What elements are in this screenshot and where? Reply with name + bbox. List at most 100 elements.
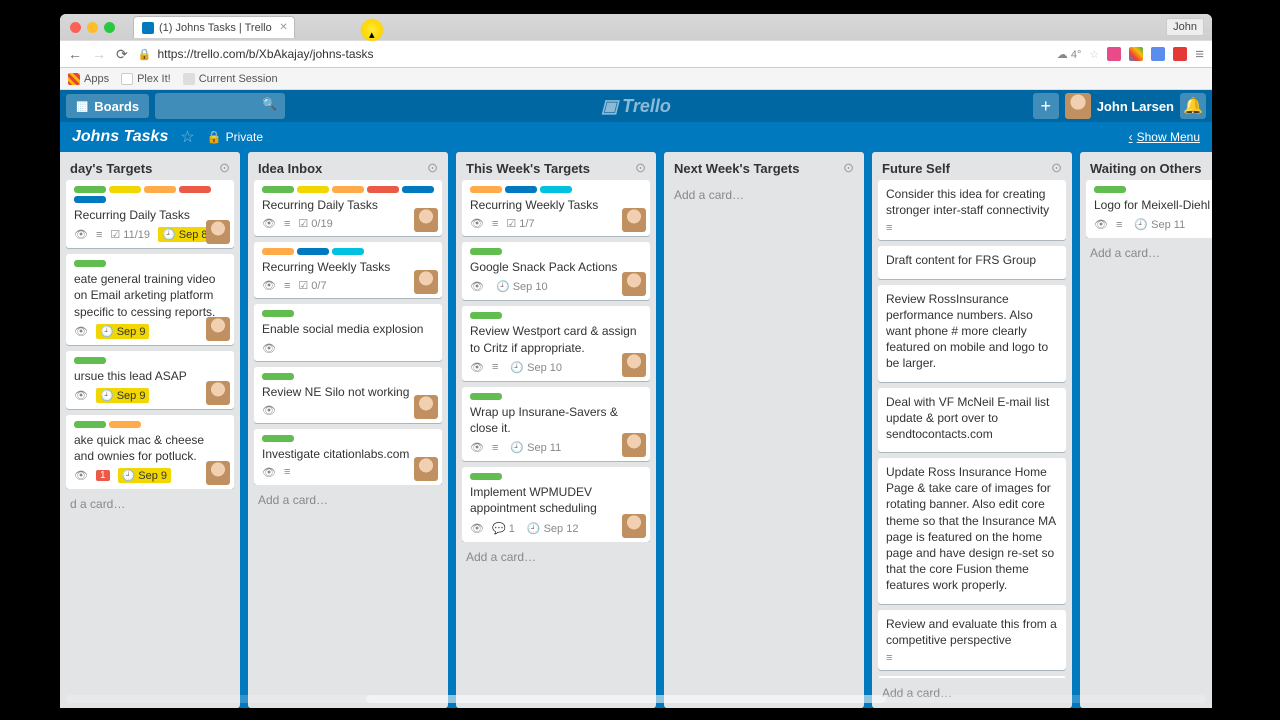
member-avatar[interactable] [206,220,230,244]
bookmark-item[interactable]: Plex It! [121,73,171,85]
card[interactable]: Recurring Weekly Tasks👁≡☑ 1/7 [462,180,650,236]
weather-widget[interactable]: ☁ 4° [1057,48,1082,61]
extension-icon[interactable] [1151,47,1165,61]
board-name[interactable]: Johns Tasks [72,128,168,146]
card[interactable]: Draft content for FRS Group [878,246,1066,278]
apps-shortcut[interactable]: Apps [68,73,109,85]
search-input[interactable] [155,93,285,119]
label[interactable] [109,421,141,428]
card[interactable]: Google Snack Pack Actions👁🕘 Sep 10 [462,242,650,300]
url-input[interactable]: 🔒 https://trello.com/b/XbAkajay/johns-ta… [138,47,1047,61]
card[interactable]: Review NE Silo not working👁 [254,367,442,423]
label[interactable] [74,186,106,193]
list-menu-icon[interactable]: ⊙ [843,160,854,176]
label[interactable] [262,435,294,442]
label[interactable] [470,312,502,319]
card[interactable]: Consider this idea for creating stronger… [878,180,1066,240]
card[interactable]: ake quick mac & cheese and ownies for po… [66,415,234,489]
list-menu-icon[interactable]: ⊙ [1051,160,1062,176]
reload-button[interactable]: ⟳ [116,46,128,63]
board-canvas[interactable]: day's Targets⊙Recurring Daily Tasks👁≡☑ 1… [60,152,1212,708]
label[interactable] [540,186,572,193]
add-card-button[interactable]: Add a card… [1080,238,1212,268]
label[interactable] [470,393,502,400]
card[interactable]: Review RossInsurance performance numbers… [878,285,1066,382]
window-minimize-button[interactable] [87,22,98,33]
list-title[interactable]: This Week's Targets [466,161,635,176]
add-card-button[interactable]: Add a card… [248,485,448,515]
browser-profile[interactable]: John [1166,18,1204,36]
trello-logo[interactable]: ▣ Trello [601,96,671,117]
tab-close-icon[interactable]: ✕ [279,22,287,33]
add-card-button[interactable]: d a card… [60,489,240,519]
member-avatar[interactable] [622,272,646,296]
member-avatar[interactable] [414,270,438,294]
member-avatar[interactable] [622,514,646,538]
bookmark-star-icon[interactable]: ☆ [1089,48,1099,61]
extension-icon[interactable] [1173,47,1187,61]
list-title[interactable]: Idea Inbox [258,161,427,176]
member-avatar[interactable] [206,381,230,405]
label[interactable] [74,421,106,428]
label[interactable] [262,248,294,255]
member-avatar[interactable] [622,353,646,377]
card[interactable]: Deal with VF McNeil E-mail list update &… [878,388,1066,453]
card[interactable]: Implement WPMUDEV appointment scheduling… [462,467,650,541]
list-menu-icon[interactable]: ⊙ [219,160,230,176]
member-avatar[interactable] [206,317,230,341]
label[interactable] [74,260,106,267]
card[interactable]: Recurring Weekly Tasks👁≡☑ 0/7 [254,242,442,298]
forward-button[interactable]: → [92,46,106,62]
label[interactable] [505,186,537,193]
label[interactable] [74,196,106,203]
create-button[interactable]: + [1033,93,1059,119]
scrollbar-thumb[interactable] [366,695,886,703]
list-menu-icon[interactable]: ⊙ [635,160,646,176]
label[interactable] [297,248,329,255]
horizontal-scrollbar[interactable] [60,694,1212,704]
card[interactable]: Review Westport card & assign to Critz i… [462,306,650,380]
list-title[interactable]: Waiting on Others [1090,161,1212,176]
bookmark-item[interactable]: Current Session [183,73,278,85]
user-name[interactable]: John Larsen [1097,99,1174,114]
back-button[interactable]: ← [68,46,82,62]
extension-icon[interactable] [1107,47,1121,61]
add-card-button[interactable]: Add a card… [664,180,864,210]
card[interactable]: Wrap up Insurane-Savers & close it.👁≡🕘 S… [462,387,650,461]
list-title[interactable]: day's Targets [70,161,219,176]
member-avatar[interactable] [414,457,438,481]
label[interactable] [74,357,106,364]
notifications-button[interactable]: 🔔 [1180,93,1206,119]
member-avatar[interactable] [622,208,646,232]
label[interactable] [179,186,211,193]
window-close-button[interactable] [70,22,81,33]
member-avatar[interactable] [206,461,230,485]
extension-icon[interactable] [1129,47,1143,61]
card[interactable]: Update Ross Insurance Home Page & take c… [878,458,1066,604]
card[interactable]: Logo for Meixell-Diehl A👁≡🕘 Sep 11 [1086,180,1212,238]
label[interactable] [262,310,294,317]
card[interactable]: ursue this lead ASAP👁🕘 Sep 9 [66,351,234,409]
label[interactable] [470,248,502,255]
label[interactable] [1094,186,1126,193]
boards-button[interactable]: ▦ Boards [66,94,149,118]
card[interactable]: Add project for Priority Risk to have a … [878,676,1066,678]
card[interactable]: eate general training video on Email ark… [66,254,234,345]
label[interactable] [470,186,502,193]
label[interactable] [402,186,434,193]
window-zoom-button[interactable] [104,22,115,33]
visibility-button[interactable]: 🔒Private [207,130,263,144]
label[interactable] [470,473,502,480]
user-avatar[interactable] [1065,93,1091,119]
card[interactable]: Enable social media explosion👁 [254,304,442,360]
card[interactable]: Recurring Daily Tasks👁≡☑ 11/19🕘 Sep 8 [66,180,234,248]
label[interactable] [332,248,364,255]
add-card-button[interactable]: Add a card… [456,542,656,572]
list-title[interactable]: Next Week's Targets [674,161,843,176]
label[interactable] [332,186,364,193]
star-icon[interactable]: ☆ [180,127,194,147]
label[interactable] [109,186,141,193]
list-menu-icon[interactable]: ⊙ [427,160,438,176]
member-avatar[interactable] [414,395,438,419]
label[interactable] [262,373,294,380]
